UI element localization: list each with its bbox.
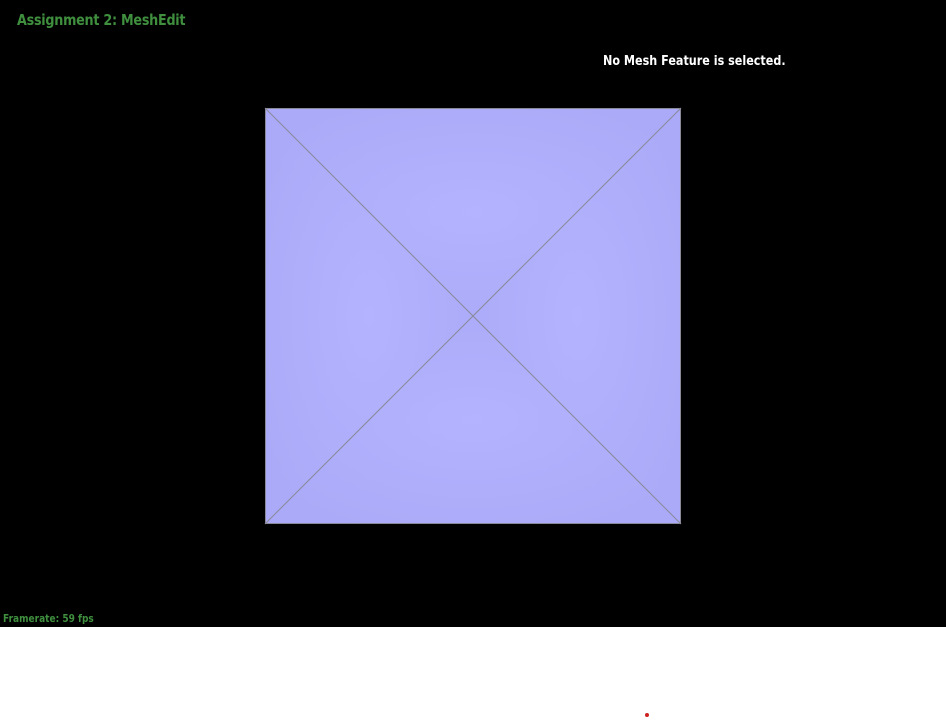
mesh-canvas[interactable]	[0, 0, 946, 627]
bottom-panel	[0, 627, 946, 720]
framerate-readout: Framerate: 59 fps	[3, 612, 94, 625]
app-title: Assignment 2: MeshEdit	[17, 11, 186, 29]
selection-status-text: No Mesh Feature is selected.	[603, 54, 786, 69]
cursor-dot-icon	[645, 713, 649, 717]
viewport-3d[interactable]: Assignment 2: MeshEdit No Mesh Feature i…	[0, 0, 946, 627]
